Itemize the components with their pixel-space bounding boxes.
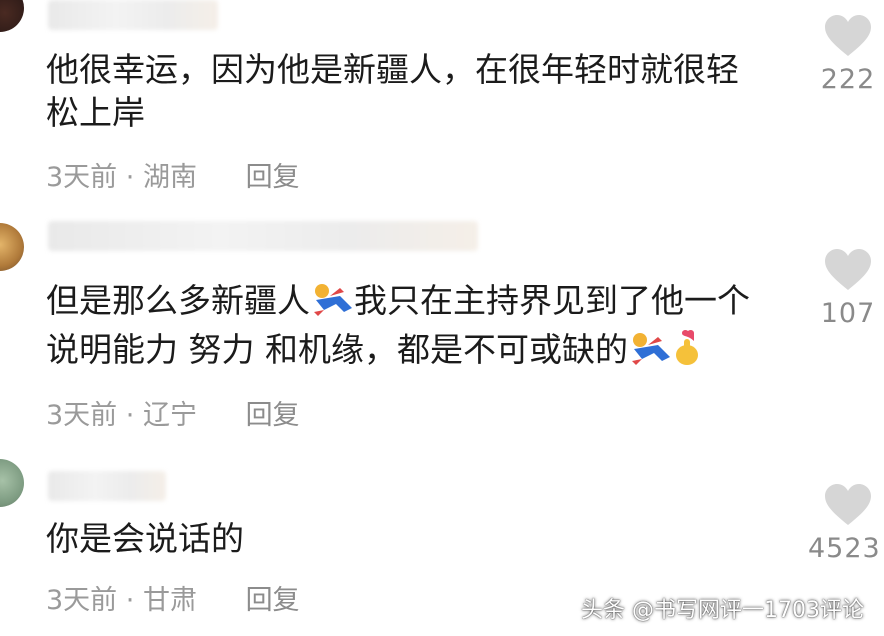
reply-button[interactable]: 回复 bbox=[246, 162, 300, 193]
heart-icon bbox=[825, 249, 871, 290]
comment-meta: 3天前 · 辽宁 回复 bbox=[46, 393, 300, 432]
like-button[interactable]: 222 bbox=[818, 14, 878, 95]
watermark: 头条 @书写网评一1703评论 bbox=[581, 598, 864, 623]
username-blurred[interactable] bbox=[48, 221, 478, 251]
running-person-emoji bbox=[310, 282, 354, 328]
username-blurred[interactable] bbox=[48, 0, 218, 30]
like-count: 107 bbox=[820, 298, 876, 329]
avatar[interactable] bbox=[0, 0, 24, 32]
comment-text: 你是会说话的 bbox=[46, 519, 244, 558]
comment-time: 3天前 bbox=[46, 585, 118, 616]
heart-icon bbox=[825, 15, 871, 56]
avatar[interactable] bbox=[0, 459, 24, 507]
comment-text: 他很幸运，因为他是新疆人，在很年轻时就很轻 松上岸 bbox=[46, 50, 739, 132]
comment-location: 甘肃 bbox=[142, 585, 197, 616]
comment-item: 他很幸运，因为他是新疆人，在很年轻时就很轻 松上岸 3天前 · 湖南 回复 22… bbox=[0, 0, 884, 205]
running-person-emoji bbox=[628, 331, 672, 377]
meta-separator: · bbox=[125, 162, 135, 193]
comment-text: 但是那么多新疆人 我只在主持界见到了他一个 说明能力 努力 和机缘，都是不可或缺的 bbox=[46, 279, 806, 377]
comment-item: 但是那么多新疆人 我只在主持界见到了他一个 说明能力 努力 和机缘，都是不可或缺的… bbox=[0, 215, 884, 445]
like-count: 222 bbox=[820, 64, 876, 95]
finger-heart-emoji bbox=[672, 329, 704, 377]
meta-separator: · bbox=[125, 400, 135, 431]
like-button[interactable]: 4523 bbox=[808, 483, 880, 564]
comment-meta: 3天前 · 甘肃 回复 bbox=[46, 578, 300, 617]
comment-time: 3天前 bbox=[46, 162, 118, 193]
like-count: 4523 bbox=[808, 533, 881, 564]
comment-time: 3天前 bbox=[46, 400, 118, 431]
comment-location: 辽宁 bbox=[142, 400, 197, 431]
reply-button[interactable]: 回复 bbox=[246, 585, 300, 616]
comment-location: 湖南 bbox=[142, 162, 197, 193]
username-blurred[interactable] bbox=[48, 471, 166, 501]
meta-separator: · bbox=[125, 585, 135, 616]
avatar[interactable] bbox=[0, 223, 24, 271]
heart-icon bbox=[825, 484, 871, 525]
reply-button[interactable]: 回复 bbox=[246, 400, 300, 431]
like-button[interactable]: 107 bbox=[818, 248, 878, 329]
comment-meta: 3天前 · 湖南 回复 bbox=[46, 155, 300, 194]
